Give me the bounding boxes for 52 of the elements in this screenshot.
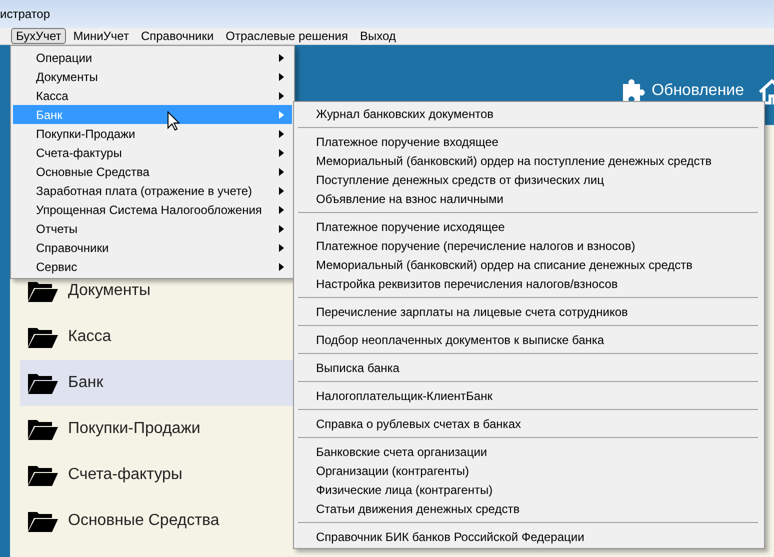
menu-entry[interactable]: Справочники <box>13 238 292 257</box>
menu-item[interactable]: Выход <box>355 28 401 44</box>
menu-entry[interactable]: Объявление на взнос наличными <box>294 189 764 208</box>
submenu-arrow-icon <box>279 262 284 270</box>
folder-icon <box>27 326 58 348</box>
menu-entry[interactable]: Касса <box>13 86 292 105</box>
cursor-icon <box>167 111 180 131</box>
menu-entry[interactable]: Сервис <box>13 257 292 276</box>
menu-entry[interactable]: Упрощенная Система Налогообложения <box>13 200 292 219</box>
submenu-arrow-icon <box>279 168 284 176</box>
submenu-arrow-icon <box>279 130 284 138</box>
menu-item[interactable]: Справочники <box>136 28 219 44</box>
menu-entry[interactable]: Покупки-Продажи <box>13 124 292 143</box>
menu-entry[interactable]: Мемориальный (банковский) ордер на поступление денежных средств <box>294 151 764 170</box>
menu-entry[interactable]: Мемориальный (банковский) ордер на списание денежных средств <box>294 255 764 274</box>
submenu-arrow-icon <box>279 92 284 100</box>
submenu-arrow-icon <box>279 72 284 80</box>
menu-entry[interactable]: Операции <box>13 48 292 67</box>
menu-entry[interactable]: Поступление денежных средств от физических лиц <box>294 170 764 189</box>
folder-icon <box>27 418 58 440</box>
sidebar-label: Счета-фактуры <box>68 466 182 484</box>
folder-icon <box>27 280 58 302</box>
submenu-arrow-icon <box>279 148 284 156</box>
menu-entry[interactable]: Настройка реквизитов перечисления налогов/взносов <box>294 274 764 293</box>
sidebar-label: Основные Средства <box>68 512 220 530</box>
menu-entry[interactable]: Платежное поручение (перечисление налогов и взносов) <box>294 236 764 255</box>
update-button[interactable]: Обновление <box>620 79 744 103</box>
menu-entry[interactable]: Отчеты <box>13 219 292 238</box>
sidebar-label: Касса <box>68 328 112 346</box>
sidebar-label: Документы <box>68 282 150 300</box>
menu-item[interactable]: МиниУчет <box>68 28 134 44</box>
submenu-arrow-icon <box>279 186 284 194</box>
menu-entry[interactable]: Платежное поручение исходящее <box>294 217 764 236</box>
menu-entry[interactable]: Счета-фактуры <box>13 143 292 162</box>
menu-entry[interactable]: Заработная плата (отражение в учете) <box>13 181 292 200</box>
submenu-arrow-icon <box>279 224 284 232</box>
menu-entry[interactable]: Документы <box>13 67 292 86</box>
folder-icon <box>27 510 58 532</box>
menu-item[interactable]: БухУчет <box>11 28 66 44</box>
window-title: истратор <box>0 7 50 21</box>
sidebar-label: Покупки-Продажи <box>68 420 200 438</box>
submenu-arrow-icon <box>279 206 284 214</box>
menu-entry[interactable]: Журнал банковских документов <box>294 104 764 123</box>
folder-icon <box>27 372 58 394</box>
menu-item[interactable]: Отраслевые решения <box>220 28 353 44</box>
menu-entry[interactable]: Платежное поручение входящее <box>294 132 764 151</box>
submenu-arrow-icon <box>279 54 284 62</box>
menu-entry[interactable]: Основные Средства <box>13 162 292 181</box>
sidebar-label: Банк <box>68 374 104 392</box>
submenu-arrow-icon <box>279 244 284 252</box>
submenu-arrow-icon <box>279 110 284 118</box>
folder-icon <box>27 464 58 486</box>
